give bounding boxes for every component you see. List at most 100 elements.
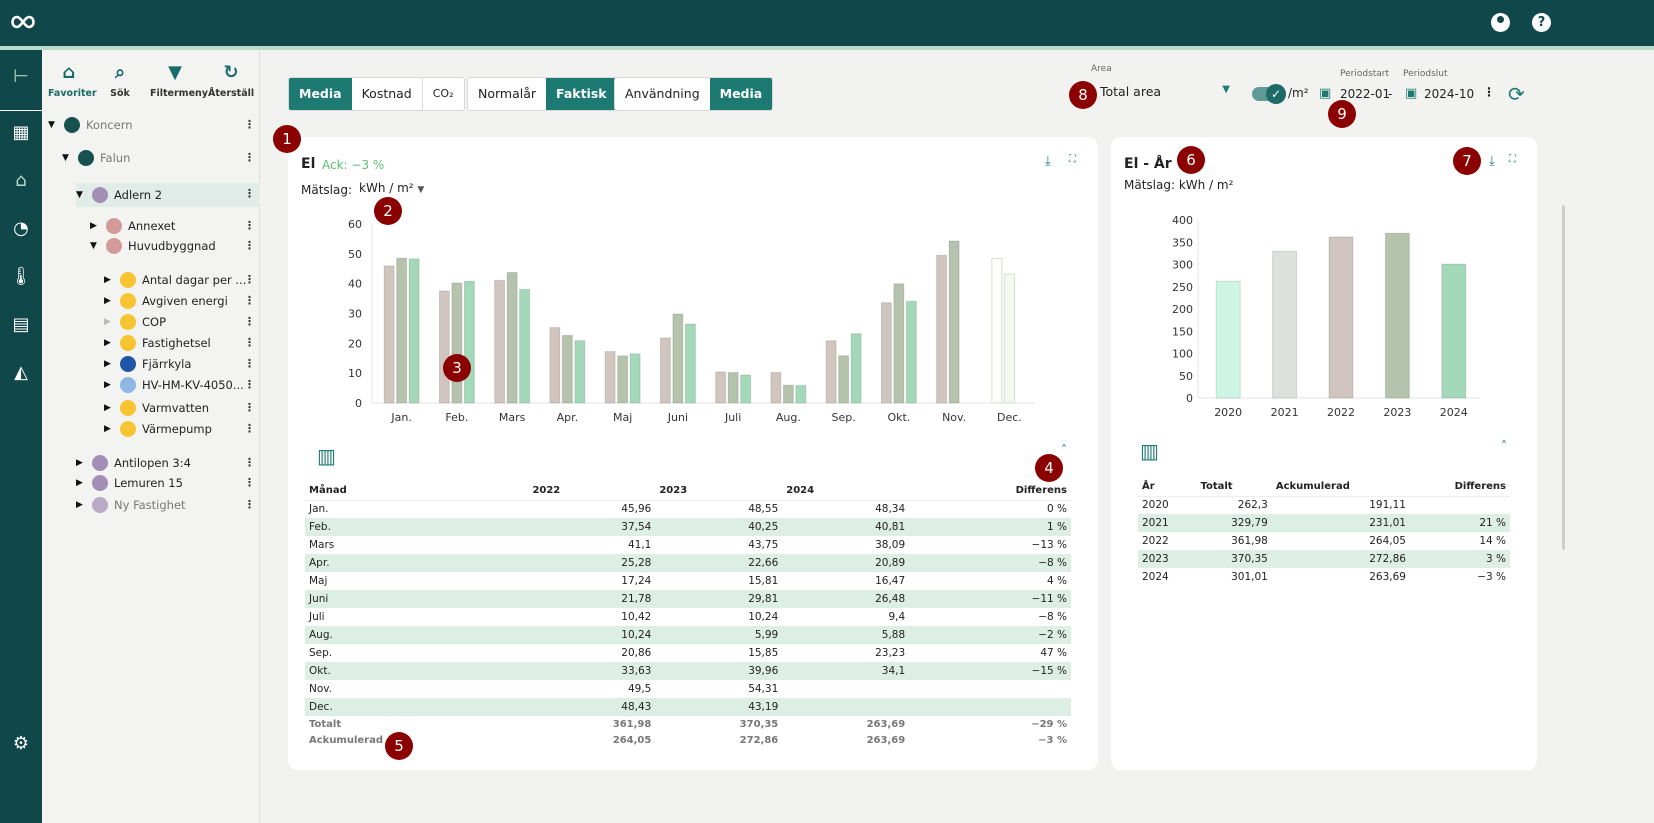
media-view-button[interactable]: Media bbox=[709, 78, 773, 110]
node-menu-icon[interactable]: ⋮ bbox=[244, 378, 255, 391]
cost-button[interactable]: Kostnad bbox=[352, 78, 423, 110]
caret-right-icon[interactable]: ▶ bbox=[104, 332, 116, 354]
help-icon[interactable]: ? bbox=[1532, 13, 1551, 32]
area-select[interactable]: Total area ▼ bbox=[1100, 84, 1232, 104]
table-icon[interactable]: ▥ bbox=[317, 444, 336, 468]
caret-right-icon[interactable]: ▶ bbox=[104, 311, 116, 333]
node-menu-icon[interactable]: ⋮ bbox=[244, 498, 255, 511]
bar-2024-Juli[interactable] bbox=[740, 374, 752, 404]
bar-2022-Aug.[interactable] bbox=[770, 371, 782, 404]
caret-right-icon[interactable]: ▶ bbox=[90, 215, 102, 237]
co2-button[interactable]: CO₂ bbox=[423, 78, 464, 110]
period-start-input[interactable]: 2022-01 bbox=[1340, 87, 1390, 101]
node-menu-icon[interactable]: ⋮ bbox=[244, 315, 255, 328]
bar-2022-Juni[interactable] bbox=[659, 337, 671, 404]
bar-2022-Dec.[interactable] bbox=[991, 258, 1003, 404]
report-icon[interactable]: ▤ bbox=[8, 312, 34, 338]
settings-icon[interactable]: ⚙ bbox=[8, 731, 34, 757]
bar-2022-Sep.[interactable] bbox=[825, 340, 837, 404]
caret-right-icon[interactable]: ▶ bbox=[104, 374, 116, 396]
bar-2023-Okt.[interactable] bbox=[893, 283, 905, 404]
tree-node[interactable]: ▼ Huvudbyggnad bbox=[90, 235, 216, 257]
tree-node[interactable]: ▶ Avgiven energi bbox=[104, 290, 228, 312]
actual-button[interactable]: Faktisk bbox=[546, 78, 617, 110]
column-header[interactable]: År bbox=[1138, 478, 1197, 497]
column-header[interactable]: Differens bbox=[909, 482, 1071, 501]
node-menu-icon[interactable]: ⋮ bbox=[244, 422, 255, 435]
bar-2023-Nov.[interactable] bbox=[948, 240, 960, 404]
bar-2024-Apr.[interactable] bbox=[574, 340, 586, 404]
bar-2023-Feb.[interactable] bbox=[451, 282, 463, 404]
period-end-input[interactable]: 2024-10 bbox=[1424, 87, 1474, 101]
column-header[interactable]: Totalt bbox=[1196, 478, 1272, 497]
bar-2023-Juni[interactable] bbox=[672, 313, 684, 404]
tree-node[interactable]: ▶ Varmvatten bbox=[104, 397, 209, 419]
thermometer-icon[interactable]: 🌡 bbox=[8, 264, 34, 290]
column-header[interactable]: Differens bbox=[1409, 478, 1510, 497]
collapse-icon[interactable]: ˄ bbox=[1501, 439, 1507, 453]
caret-right-icon[interactable]: ▶ bbox=[104, 353, 116, 375]
bar-2024-Okt.[interactable] bbox=[905, 300, 917, 404]
column-header[interactable]: 2024 bbox=[782, 482, 910, 501]
node-menu-icon[interactable]: ⋮ bbox=[244, 273, 255, 286]
column-header[interactable]: 2023 bbox=[655, 482, 783, 501]
bar-2022-Apr.[interactable] bbox=[549, 327, 561, 404]
bar-2022-Juli[interactable] bbox=[715, 371, 727, 404]
caret-right-icon[interactable]: ▶ bbox=[104, 418, 116, 440]
building-icon[interactable]: ⌂ bbox=[8, 168, 34, 194]
normal-year-button[interactable]: Normalår bbox=[468, 78, 546, 110]
settings-building-icon[interactable]: ◭ bbox=[8, 360, 34, 386]
tree-node[interactable]: ▶ Ny Fastighet bbox=[76, 494, 186, 516]
bar-2024-Aug.[interactable] bbox=[795, 384, 807, 404]
column-header[interactable]: 2022 bbox=[528, 482, 656, 501]
calendar-icon[interactable]: ▣ bbox=[1319, 86, 1331, 101]
bar-2022-Nov.[interactable] bbox=[936, 254, 948, 404]
tree-node[interactable]: ▶ Antal dagar per ... bbox=[104, 269, 246, 291]
tree-node[interactable]: ▼ Falun bbox=[62, 147, 130, 169]
bar-2023-Jan.[interactable] bbox=[396, 257, 408, 404]
caret-right-icon[interactable]: ▶ bbox=[76, 494, 88, 516]
bar-2023-Apr.[interactable] bbox=[561, 334, 573, 404]
tree-node[interactable]: ▶ Fjärrkyla bbox=[104, 353, 191, 375]
bar-2023-Maj[interactable] bbox=[617, 355, 629, 404]
caret-down-icon[interactable]: ▼ bbox=[48, 114, 60, 136]
caret-right-icon[interactable]: ▶ bbox=[104, 397, 116, 419]
measure-select[interactable]: kWh / m² ▼ bbox=[359, 181, 424, 195]
fullscreen-icon[interactable]: ⛶ bbox=[1069, 154, 1076, 165]
bar-2020[interactable] bbox=[1215, 280, 1241, 399]
bar-2023-Dec.[interactable] bbox=[1003, 273, 1015, 404]
per-m2-toggle[interactable]: ✓ bbox=[1252, 84, 1286, 104]
tree-node[interactable]: ▼ Adlern 2 bbox=[76, 183, 260, 207]
node-menu-icon[interactable]: ⋮ bbox=[244, 336, 255, 349]
column-header[interactable]: Månad bbox=[305, 482, 529, 501]
dashboard-icon[interactable]: ▦ bbox=[8, 120, 34, 146]
tree-node[interactable]: ▶ HV-HM-KV-4050... bbox=[104, 374, 244, 396]
column-header[interactable]: Ackumulerad bbox=[1271, 478, 1410, 497]
bar-2024-Jan.[interactable] bbox=[408, 258, 420, 404]
bar-2024-Feb.[interactable] bbox=[463, 280, 475, 404]
node-menu-icon[interactable]: ⋮ bbox=[244, 219, 255, 232]
node-menu-icon[interactable]: ⋮ bbox=[244, 357, 255, 370]
bar-2023-Aug.[interactable] bbox=[782, 384, 794, 404]
caret-right-icon[interactable]: ▶ bbox=[104, 269, 116, 291]
tree-node[interactable]: ▶ COP bbox=[104, 311, 166, 333]
bar-2022-Jan.[interactable] bbox=[383, 265, 395, 404]
node-menu-icon[interactable]: ⋮ bbox=[244, 401, 255, 414]
logo-icon[interactable] bbox=[10, 13, 36, 31]
bar-2022-Okt.[interactable] bbox=[880, 302, 892, 404]
caret-right-icon[interactable]: ▶ bbox=[76, 452, 88, 474]
node-menu-icon[interactable]: ⋮ bbox=[244, 239, 255, 252]
favorites-button[interactable]: ⌂ Favoriter bbox=[48, 62, 97, 99]
download-icon[interactable]: ⤓ bbox=[1489, 154, 1495, 169]
tree-node[interactable]: ▶ Antilopen 3:4 bbox=[76, 452, 191, 474]
more-options-icon[interactable]: ⋮ bbox=[1483, 85, 1495, 99]
media-button[interactable]: Media bbox=[289, 78, 352, 110]
caret-down-icon[interactable]: ▼ bbox=[76, 184, 88, 206]
node-menu-icon[interactable]: ⋮ bbox=[244, 151, 255, 164]
gauge-icon[interactable]: ◔ bbox=[8, 216, 34, 242]
download-icon[interactable]: ⤓ bbox=[1045, 154, 1051, 169]
tree-icon[interactable]: ⊢ bbox=[8, 64, 34, 90]
caret-down-icon[interactable]: ▼ bbox=[90, 235, 102, 257]
bar-2022-Maj[interactable] bbox=[604, 351, 616, 404]
bar-2022-Feb.[interactable] bbox=[438, 290, 450, 404]
